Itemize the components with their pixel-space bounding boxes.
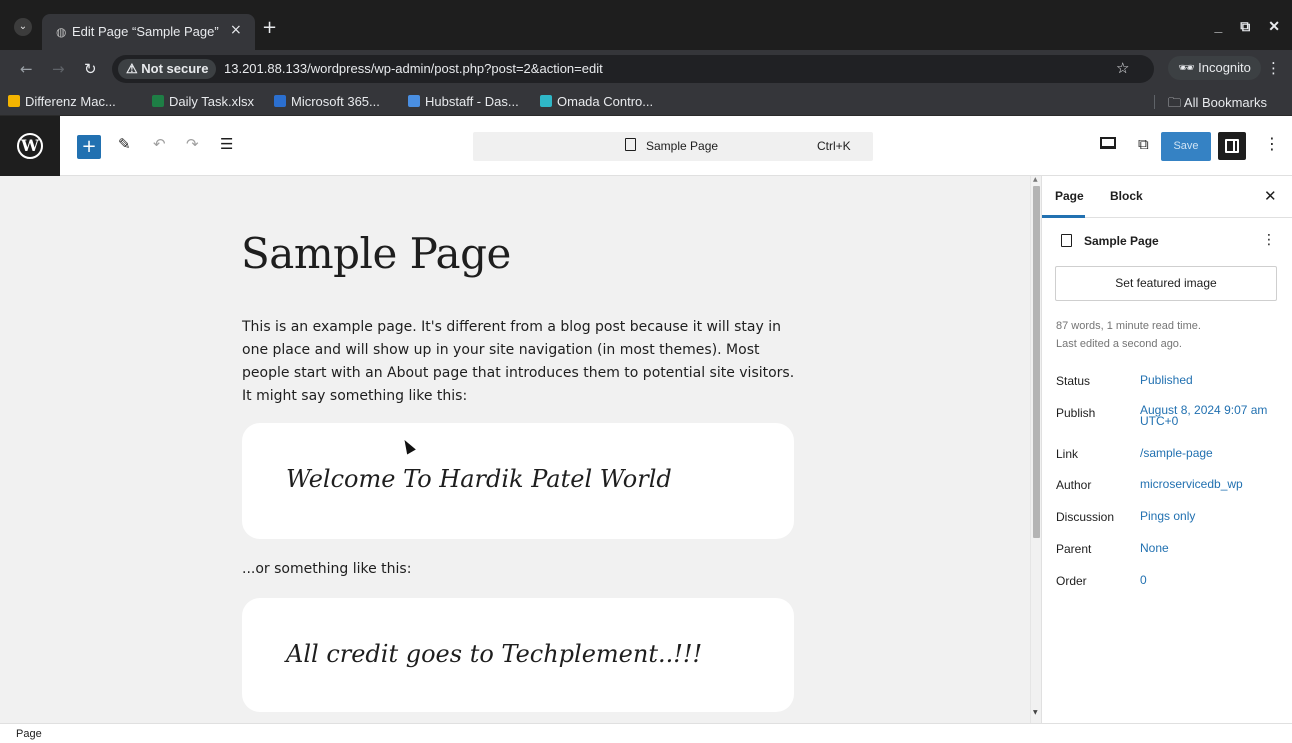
microsoft365-icon bbox=[274, 95, 286, 107]
set-featured-image-button[interactable]: Set featured image bbox=[1055, 266, 1277, 301]
discussion-value[interactable]: Pings only bbox=[1140, 510, 1280, 522]
parent-value[interactable]: None bbox=[1140, 542, 1280, 554]
status-value[interactable]: Published bbox=[1140, 374, 1280, 386]
canvas-scrollbar[interactable]: ▲ ▼ bbox=[1030, 176, 1041, 723]
document-overview-icon[interactable]: ☰ bbox=[220, 135, 233, 153]
block-breadcrumb[interactable]: Page bbox=[16, 728, 42, 740]
redo-icon[interactable]: ↷ bbox=[186, 135, 199, 153]
tab-title: Edit Page “Sample Page” bbox=[72, 24, 219, 39]
browser-menu-icon[interactable]: ⋮ bbox=[1266, 59, 1281, 77]
publish-label: Publish bbox=[1056, 406, 1096, 420]
excel-icon bbox=[152, 95, 164, 107]
bookmark-item[interactable]: Microsoft 365... bbox=[274, 94, 380, 109]
link-label: Link bbox=[1056, 447, 1079, 461]
command-title: Sample Page bbox=[646, 139, 719, 153]
author-value[interactable]: microservicedb_wp bbox=[1140, 478, 1280, 490]
scrollbar-thumb[interactable] bbox=[1033, 186, 1040, 538]
order-label: Order bbox=[1056, 574, 1087, 588]
omada-icon bbox=[540, 95, 552, 107]
bookmark-item[interactable]: Hubstaff - Das... bbox=[408, 94, 519, 109]
editor-footer: Page bbox=[0, 723, 1292, 743]
back-icon[interactable]: ← bbox=[20, 60, 33, 78]
browser-tab[interactable]: ◍ Edit Page “Sample Page” × bbox=[42, 14, 255, 50]
bookmarks-divider bbox=[1154, 95, 1155, 109]
active-tab-indicator bbox=[1042, 215, 1085, 218]
folder-icon: 🗀 bbox=[1168, 95, 1184, 110]
close-tab-icon[interactable]: × bbox=[230, 22, 242, 38]
status-label: Status bbox=[1056, 374, 1091, 388]
wordpress-logo-icon[interactable]: W bbox=[0, 116, 60, 176]
incognito-icon: 🕶 bbox=[1178, 60, 1199, 75]
page-icon bbox=[1061, 234, 1072, 247]
page-title[interactable]: Sample Page bbox=[241, 229, 511, 278]
scroll-down-icon[interactable]: ▼ bbox=[1033, 709, 1038, 716]
close-icon[interactable]: ✕ bbox=[1264, 187, 1277, 205]
undo-icon[interactable]: ↶ bbox=[153, 135, 166, 153]
url-text[interactable]: 13.201.88.133/wordpress/wp-admin/post.ph… bbox=[224, 61, 603, 76]
settings-sidebar-toggle-icon[interactable] bbox=[1218, 132, 1246, 160]
bookmark-item[interactable]: Differenz Mac... bbox=[8, 94, 116, 109]
options-menu-icon[interactable]: ⋮ bbox=[1264, 134, 1280, 153]
settings-sidebar: Page Block ✕ Sample Page ⋮ Set featured … bbox=[1041, 176, 1292, 723]
pencil-tools-icon[interactable]: ✎ bbox=[118, 135, 131, 153]
quote-text[interactable]: All credit goes to Techplement..!!! bbox=[286, 640, 702, 668]
publish-date-value[interactable]: August 8, 2024 9:07 am UTC+0 bbox=[1140, 404, 1280, 427]
tab-search-icon[interactable]: ⌄ bbox=[14, 18, 32, 36]
new-tab-icon[interactable]: + bbox=[262, 19, 277, 37]
device-preview-icon[interactable] bbox=[1100, 137, 1116, 149]
quote-text[interactable]: Welcome To Hardik Patel World bbox=[286, 465, 672, 493]
link-value[interactable]: /sample-page bbox=[1140, 447, 1280, 459]
omnibox[interactable]: ⚠ Not secure 13.201.88.133/wordpress/wp-… bbox=[112, 55, 1154, 83]
globe-icon: ◍ bbox=[56, 25, 67, 39]
add-block-button[interactable]: + bbox=[77, 135, 101, 159]
all-bookmarks[interactable]: 🗀 All Bookmarks bbox=[1168, 94, 1267, 116]
address-toolbar: ← → ↻ ⚠ Not secure 13.201.88.133/wordpre… bbox=[0, 50, 1292, 88]
page-icon bbox=[625, 138, 636, 151]
window-controls: _ ⧉ ✕ bbox=[1196, 18, 1280, 35]
command-palette-bar[interactable]: Sample Page Ctrl+K bbox=[473, 132, 873, 161]
browser-tab-strip: ⌄ ◍ Edit Page “Sample Page” × + _ ⧉ ✕ bbox=[0, 0, 1292, 50]
reload-icon[interactable]: ↻ bbox=[84, 60, 97, 78]
close-window-icon[interactable]: ✕ bbox=[1268, 18, 1280, 34]
forward-icon[interactable]: → bbox=[52, 60, 65, 78]
word-count: 87 words, 1 minute read time. bbox=[1056, 320, 1201, 332]
bookmark-star-icon[interactable]: ☆ bbox=[1116, 59, 1129, 77]
save-button[interactable]: Save bbox=[1161, 132, 1211, 161]
scroll-up-icon[interactable]: ▲ bbox=[1033, 176, 1038, 183]
discussion-label: Discussion bbox=[1056, 510, 1115, 524]
view-page-external-icon[interactable]: ⧉ bbox=[1138, 135, 1149, 153]
incognito-badge[interactable]: 🕶 Incognito bbox=[1168, 56, 1261, 80]
author-label: Author bbox=[1056, 478, 1092, 492]
sidebar-tabs: Page Block ✕ bbox=[1042, 176, 1292, 218]
tab-page[interactable]: Page bbox=[1055, 189, 1084, 203]
shortcut-hint: Ctrl+K bbox=[817, 139, 851, 153]
restore-icon[interactable]: ⧉ bbox=[1240, 18, 1250, 34]
hubstaff-icon bbox=[408, 95, 420, 107]
order-value[interactable]: 0 bbox=[1140, 574, 1280, 586]
tab-block[interactable]: Block bbox=[1110, 189, 1143, 203]
parent-label: Parent bbox=[1056, 542, 1092, 556]
security-chip[interactable]: ⚠ Not secure bbox=[118, 59, 217, 79]
paragraph-block[interactable]: This is an example page. It's different … bbox=[242, 316, 798, 408]
bookmark-favicon-icon bbox=[8, 95, 20, 107]
last-edited: Last edited a second ago. bbox=[1056, 338, 1182, 350]
bookmark-item[interactable]: Daily Task.xlsx bbox=[152, 94, 254, 109]
quote-block[interactable]: All credit goes to Techplement..!!! bbox=[242, 598, 794, 712]
bookmarks-bar: Differenz Mac... Daily Task.xlsx Microso… bbox=[0, 88, 1292, 116]
paragraph-block[interactable]: ...or something like this: bbox=[242, 561, 411, 577]
bookmark-item[interactable]: Omada Contro... bbox=[540, 94, 653, 109]
editor-header: W + ✎ ↶ ↷ ☰ Sample Page Ctrl+K ⧉ Save ⋮ bbox=[0, 116, 1292, 176]
document-actions-icon[interactable]: ⋮ bbox=[1262, 232, 1276, 248]
quote-block[interactable]: Welcome To Hardik Patel World bbox=[242, 423, 794, 539]
document-title: Sample Page bbox=[1084, 234, 1159, 248]
editor-canvas: Sample Page This is an example page. It'… bbox=[0, 176, 1030, 723]
minimize-icon[interactable]: _ bbox=[1214, 18, 1222, 34]
